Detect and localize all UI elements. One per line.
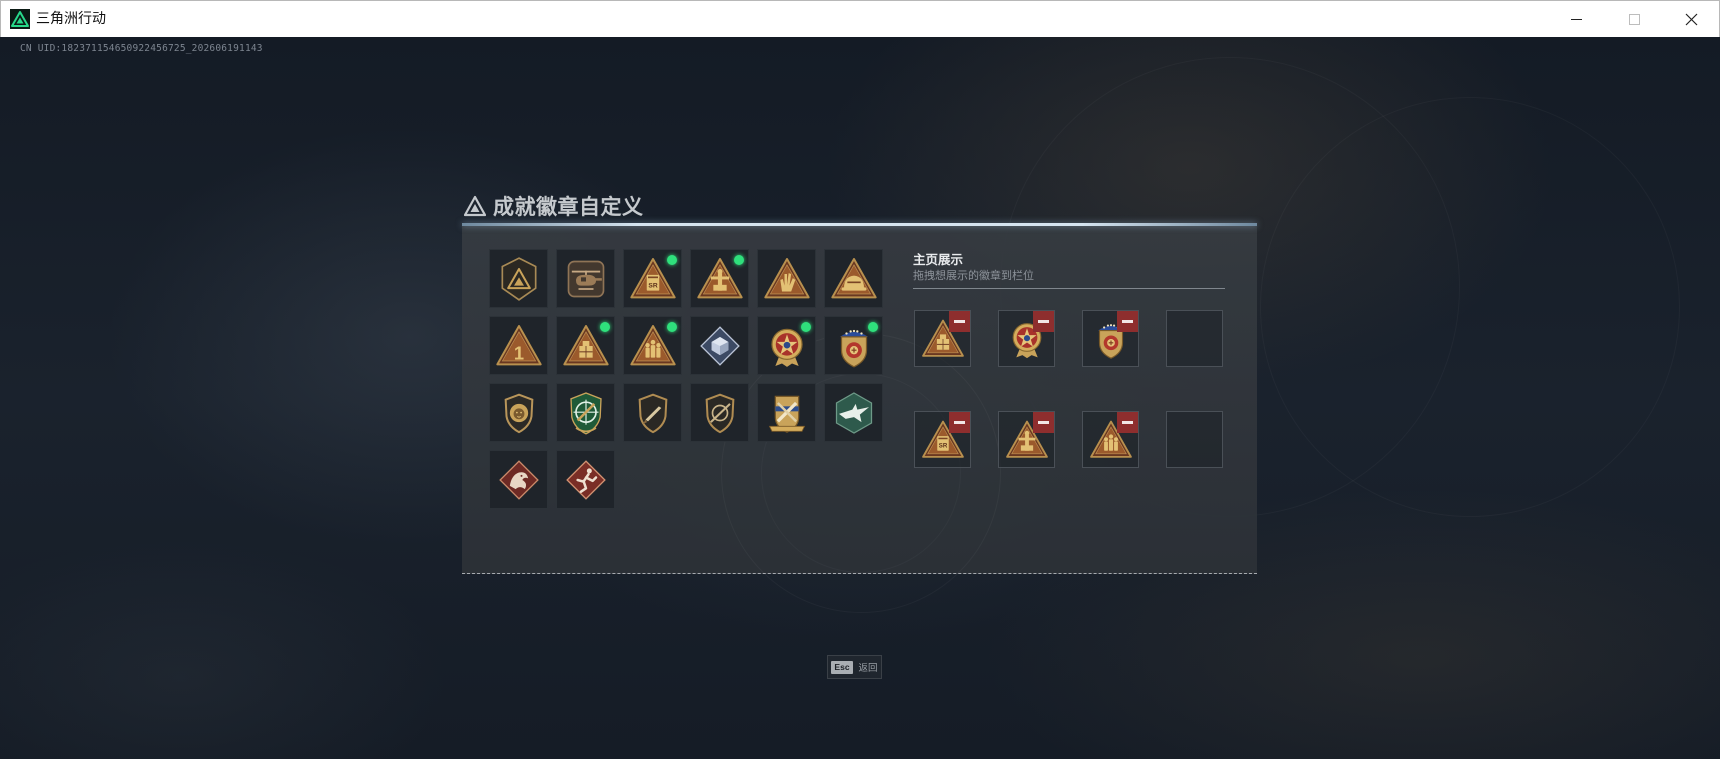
displayed-indicator-dot (868, 322, 878, 332)
badge-cell[interactable] (556, 249, 615, 308)
minus-icon (954, 320, 965, 323)
minus-icon (954, 421, 965, 424)
background-map-ring (1260, 97, 1680, 517)
delta-shield-badge-icon (501, 256, 536, 301)
badge-cell[interactable] (824, 249, 883, 308)
homepage-showcase: 主页展示 拖拽想展示的徽章到栏位 SR (913, 223, 1243, 574)
badge-cell[interactable] (690, 249, 749, 308)
minus-icon (1122, 421, 1133, 424)
back-label: 返回 (858, 663, 878, 674)
showcase-slot[interactable]: SR (914, 411, 971, 468)
dialog-title-text: 成就徽章自定义 (493, 196, 644, 219)
close-icon (1685, 13, 1697, 25)
minus-icon (1122, 320, 1133, 323)
badge-cell[interactable] (489, 383, 548, 442)
showcase-slot[interactable] (1082, 310, 1139, 367)
showcase-slot[interactable] (998, 310, 1055, 367)
maximize-icon (1628, 13, 1640, 25)
lion-shield-badge-icon (504, 393, 533, 433)
green-crosshair-badge-icon (569, 391, 602, 435)
red-runner-badge-icon (565, 459, 606, 500)
badge-cell[interactable] (489, 450, 548, 509)
badge-inventory-grid: SR 1 (489, 249, 883, 509)
green-eagle-badge-icon (835, 391, 872, 434)
remove-badge-button[interactable] (1117, 311, 1138, 332)
divider (913, 288, 1225, 289)
badge-cell[interactable] (489, 249, 548, 308)
title-bar: 三角洲行动 (0, 0, 1720, 37)
displayed-indicator-dot (600, 322, 610, 332)
badge-cell[interactable] (690, 316, 749, 375)
winged-crest-badge-icon (768, 395, 805, 433)
delta-force-logo-icon (10, 9, 30, 29)
displayed-indicator-dot (801, 322, 811, 332)
badge-cell[interactable] (757, 383, 816, 442)
triangle-number-one-badge-icon: 1 (495, 324, 542, 365)
badge-cell[interactable] (556, 450, 615, 509)
helicopter-badge-icon (567, 260, 604, 297)
badge-cell[interactable] (556, 316, 615, 375)
badge-cell[interactable]: 1 (489, 316, 548, 375)
remove-badge-button[interactable] (949, 412, 970, 433)
displayed-indicator-dot (734, 255, 744, 265)
badge-cell[interactable] (623, 383, 682, 442)
minimize-icon (1570, 18, 1582, 20)
triangle-helmet-badge-icon (830, 257, 877, 298)
minimize-button[interactable] (1547, 1, 1605, 37)
badge-lettering: SR (938, 442, 947, 449)
remove-badge-button[interactable] (949, 311, 970, 332)
badge-cell[interactable] (824, 383, 883, 442)
badge-lettering: SR (648, 282, 657, 289)
window-title: 三角洲行动 (36, 11, 106, 27)
diamond-cube-badge-icon (699, 325, 740, 366)
remove-badge-button[interactable] (1033, 311, 1054, 332)
badge-cell[interactable] (757, 316, 816, 375)
remove-badge-button[interactable] (1117, 412, 1138, 433)
badge-cell[interactable] (690, 383, 749, 442)
uid-watermark: CN UID:182371154650922456725_20260619114… (20, 43, 263, 54)
showcase-slot[interactable] (914, 310, 971, 367)
showcase-slot[interactable] (998, 411, 1055, 468)
remove-badge-button[interactable] (1033, 412, 1054, 433)
badge-cell[interactable] (824, 316, 883, 375)
red-dragon-badge-icon (498, 459, 539, 500)
minus-icon (1038, 421, 1049, 424)
minus-icon (1038, 320, 1049, 323)
badge-cell[interactable] (757, 249, 816, 308)
showcase-slot-grid: SR (914, 310, 1223, 468)
rifle-shield-badge-icon (705, 393, 734, 433)
triangle-claw-badge-icon (763, 257, 810, 298)
badge-lettering: 1 (513, 342, 523, 363)
badge-customize-panel: SR 1 主页展示 拖拽想展示的徽章到栏位 SR (462, 223, 1257, 613)
displayed-indicator-dot (667, 322, 677, 332)
back-button[interactable]: Esc 返回 (827, 655, 882, 679)
badge-cell[interactable]: SR (623, 249, 682, 308)
badge-cell[interactable] (556, 383, 615, 442)
displayed-indicator-dot (667, 255, 677, 265)
badge-cell[interactable] (623, 316, 682, 375)
knife-shield-badge-icon (638, 393, 667, 433)
esc-key-hint: Esc (831, 660, 853, 674)
showcase-heading: 主页展示 (913, 253, 964, 267)
showcase-slot[interactable] (1082, 411, 1139, 468)
showcase-hint: 拖拽想展示的徽章到栏位 (913, 270, 1034, 282)
maximize-button[interactable] (1605, 1, 1663, 37)
dialog-title: 成就徽章自定义 (464, 193, 644, 219)
delta-logo-icon (464, 195, 486, 217)
close-button[interactable] (1662, 1, 1720, 37)
empty-showcase-slot[interactable] (1166, 310, 1223, 367)
empty-showcase-slot[interactable] (1166, 411, 1223, 468)
